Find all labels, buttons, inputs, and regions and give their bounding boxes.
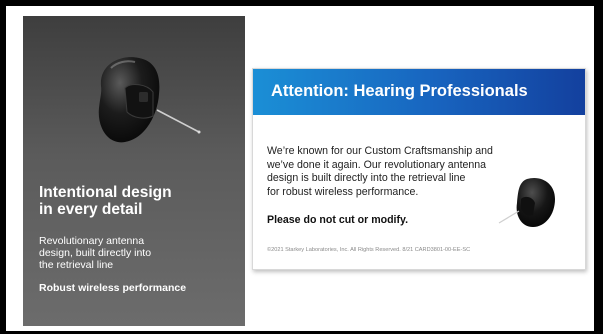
card-copyright: ©2021 Starkey Laboratories, Inc. All Rig… [267,247,471,253]
headline-line: in every detail [39,201,143,218]
card-warning: Please do not cut or modify. [267,214,409,226]
description-line: Revolutionary antenna [39,235,145,247]
description-line: design, built directly into [39,247,152,259]
hearing-aid-image [98,57,201,143]
description-line: the retrieval line [39,259,114,271]
feature-description: Revolutionary antenna design, built dire… [39,235,239,271]
feature-emphasis: Robust wireless performance [39,282,187,294]
left-feature-panel: Intentional design in every detail Revol… [23,16,245,326]
headline: Intentional design in every detail [39,184,239,218]
card-hearing-aid-image [498,177,555,227]
slide: Intentional design in every detail Revol… [6,6,594,331]
headline-line: Intentional design [39,184,172,201]
attention-card: Attention: Hearing Professionals We’re k… [252,68,586,270]
card-title: Attention: Hearing Professionals [271,82,528,100]
card-body-line: We’re known for our Custom Craftsmanship… [267,145,493,157]
card-header: Attention: Hearing Professionals [253,69,585,115]
